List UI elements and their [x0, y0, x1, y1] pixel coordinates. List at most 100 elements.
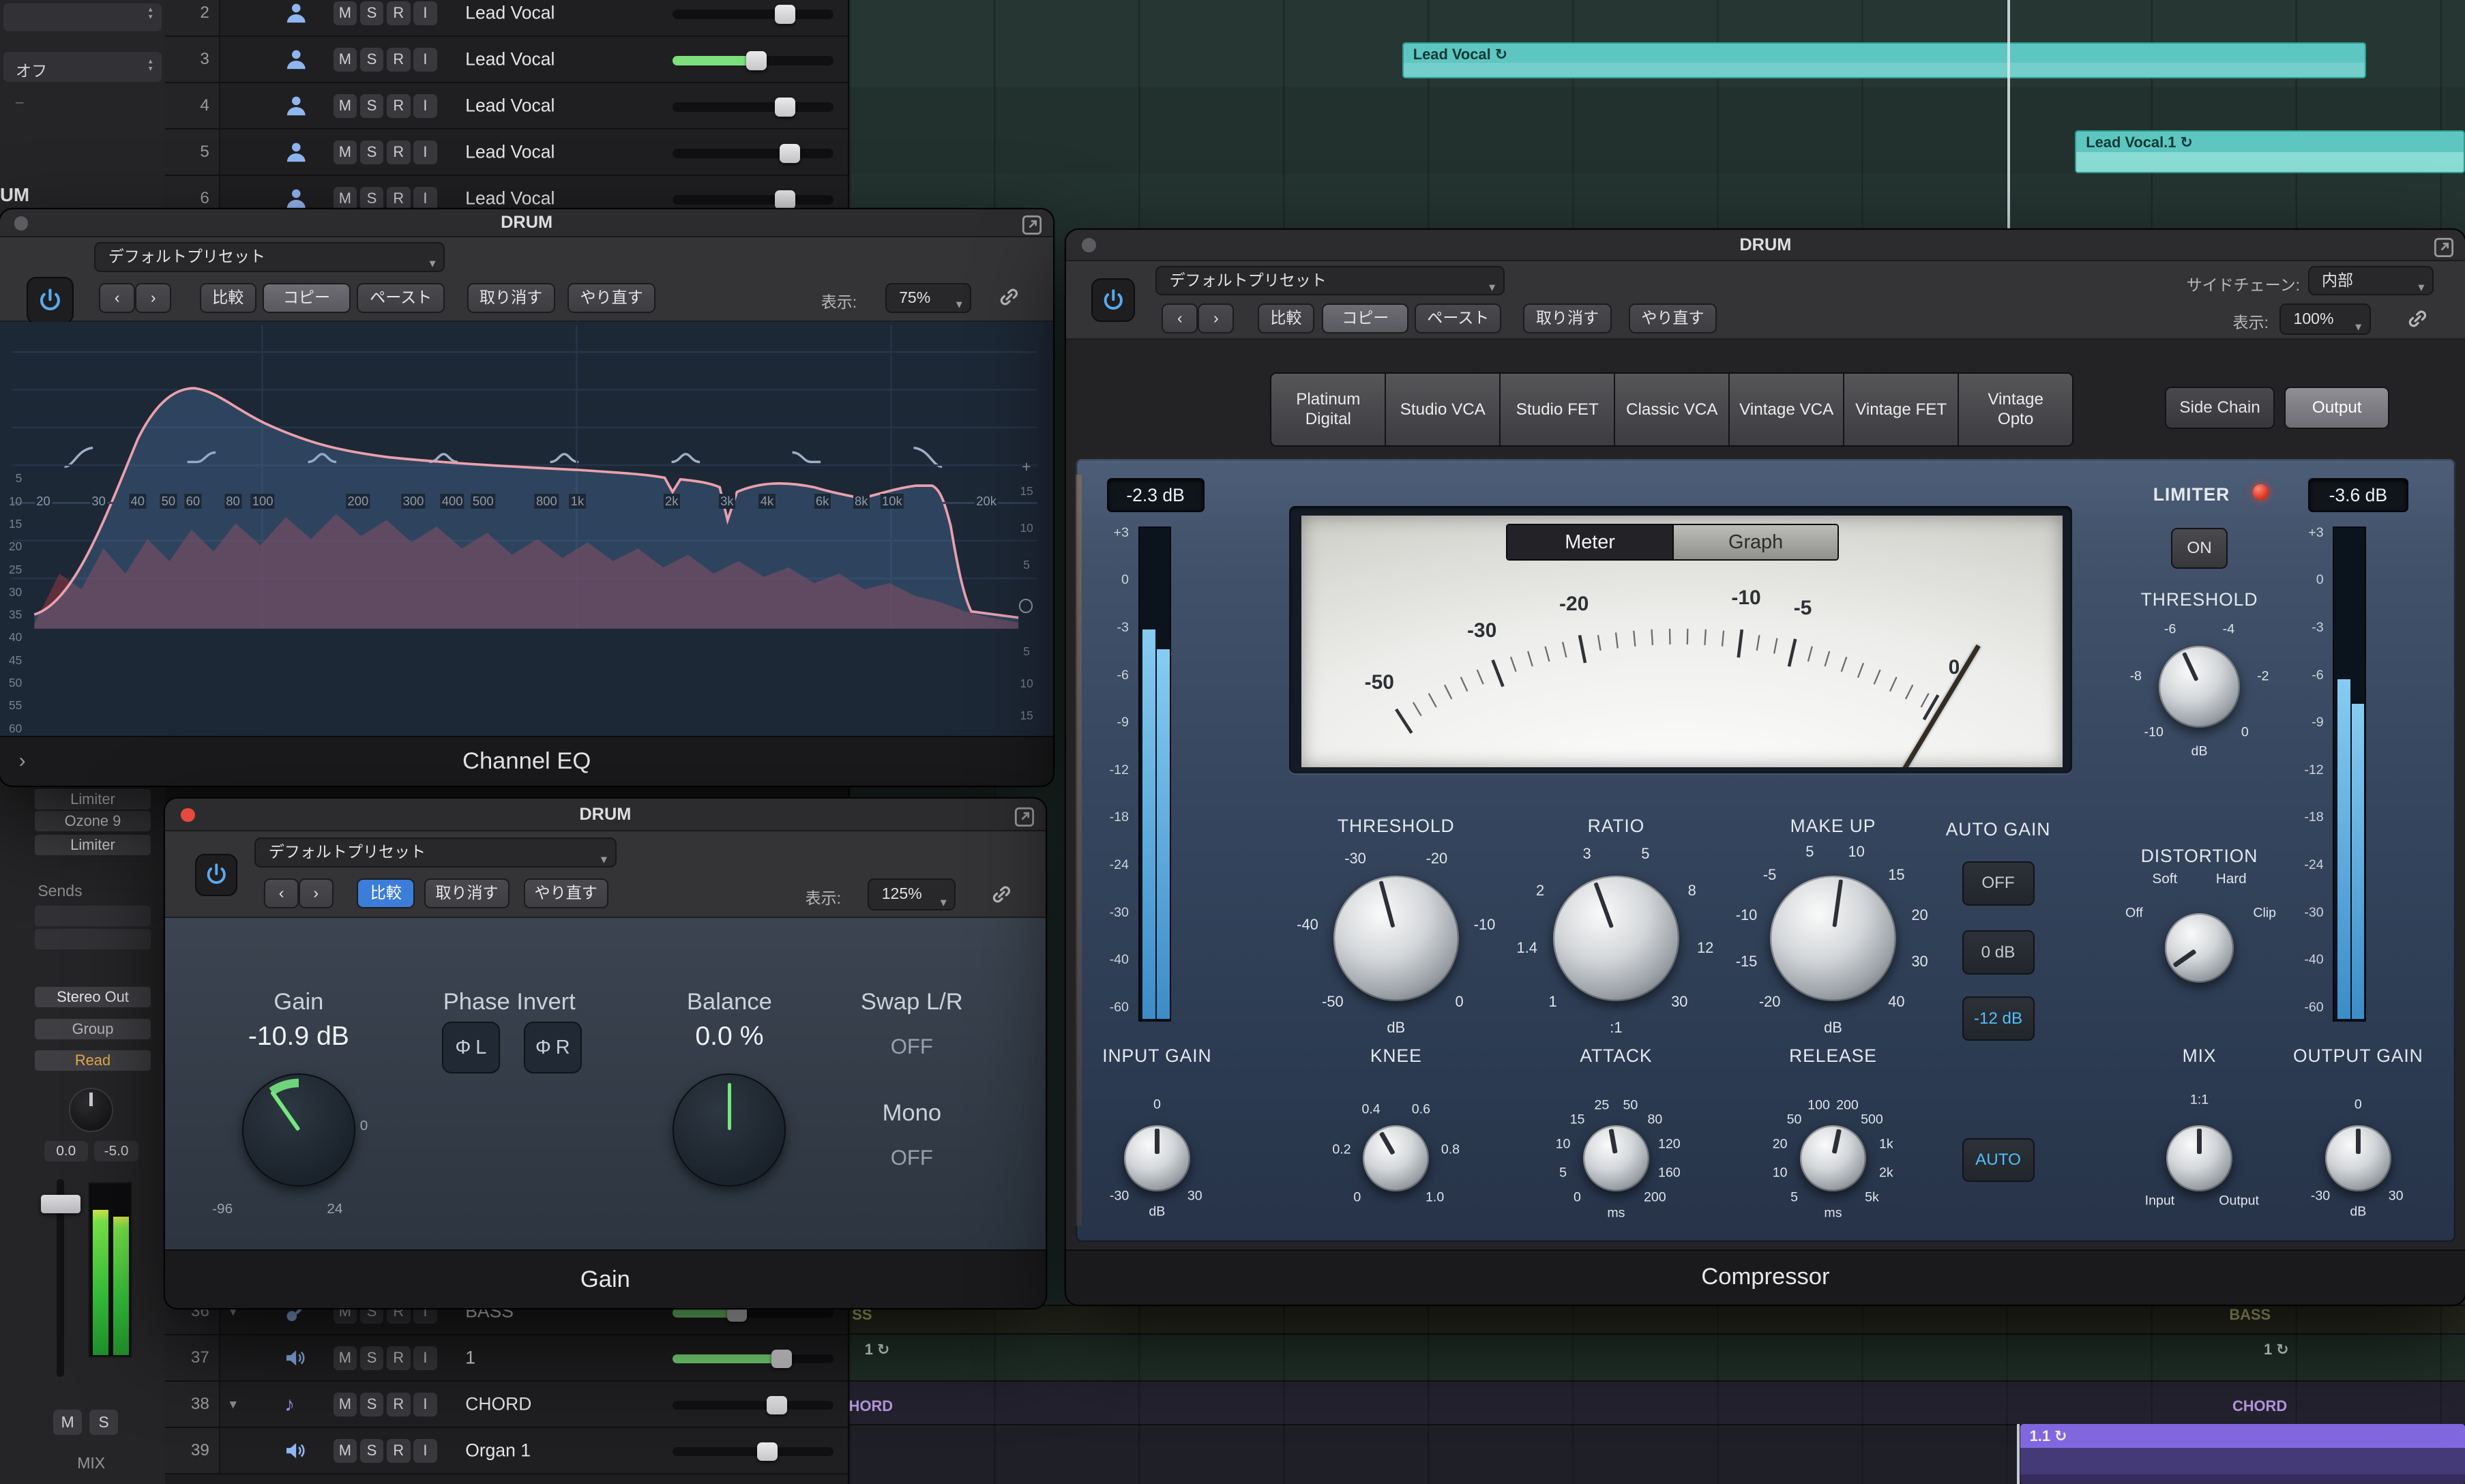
gain-reduction-meter[interactable]: -50-30-20-10-50 Meter Graph	[1301, 516, 2063, 767]
undo-button[interactable]: 取り消す	[1523, 303, 1611, 333]
empty-send-slot[interactable]	[35, 906, 151, 926]
disclosure-chevron-icon[interactable]: ▾	[230, 1395, 237, 1412]
volume-knob[interactable]	[775, 98, 795, 117]
expand-icon[interactable]	[1014, 805, 1035, 833]
track-name[interactable]: Organ 1	[465, 1440, 531, 1461]
comp-titlebar[interactable]: DRUM	[1066, 230, 2465, 261]
track-name[interactable]: CHORD	[465, 1393, 531, 1414]
input-monitor-button[interactable]: I	[413, 1439, 437, 1463]
solo-button[interactable]: S	[360, 48, 384, 72]
release-knob[interactable]: 51020501002005001k2k5kms	[1800, 1125, 1866, 1191]
auto-gain-minus12-button[interactable]: -12 dB	[1962, 996, 2035, 1041]
threshold-knob[interactable]: -50-40-30-20-100dB	[1333, 876, 1459, 1001]
tab-graph[interactable]: Graph	[1672, 525, 1837, 560]
auto-gain-off-button[interactable]: OFF	[1962, 861, 2035, 906]
region-lead-vocal-1[interactable]: Lead Vocal.1 ↻	[2075, 130, 2465, 173]
power-button[interactable]	[195, 854, 237, 896]
volume-knob[interactable]	[757, 1442, 778, 1461]
record-button[interactable]: R	[387, 1346, 411, 1370]
copy-button[interactable]: コピー	[263, 283, 351, 313]
output-view-button[interactable]: Output	[2284, 387, 2389, 429]
record-button[interactable]: R	[387, 1393, 411, 1416]
compare-button[interactable]: 比較	[200, 283, 256, 313]
automation-mode[interactable]: Read	[35, 1050, 151, 1071]
track-volume-slider[interactable]	[673, 1401, 833, 1410]
side-chain-view-button[interactable]: Side Chain	[2165, 387, 2275, 429]
eq-titlebar[interactable]: DRUM	[0, 209, 1053, 237]
track-name[interactable]: 1	[465, 1347, 475, 1368]
solo-button[interactable]: S	[89, 1410, 117, 1435]
auto-release-button[interactable]: AUTO	[1962, 1138, 2035, 1183]
preset-dropdown[interactable]: デフォルトプリセット▾	[254, 837, 616, 867]
solo-button[interactable]: S	[360, 187, 384, 211]
track-name[interactable]: Lead Vocal	[465, 188, 555, 209]
undo-button[interactable]: 取り消す	[424, 878, 509, 908]
output-gain-knob[interactable]: 0-3030dB	[2325, 1125, 2391, 1191]
stepper-icon[interactable]: ▴▾	[149, 6, 153, 20]
track-row[interactable]: 5 M S R I Lead Vocal	[165, 130, 848, 176]
circuit-tab[interactable]: Studio VCA	[1386, 374, 1501, 445]
paste-button[interactable]: ペースト	[357, 283, 445, 313]
track-volume-slider[interactable]	[673, 10, 833, 19]
circuit-tab[interactable]: Studio FET	[1501, 374, 1615, 445]
track-volume-slider[interactable]	[673, 1447, 833, 1457]
link-icon[interactable]	[2405, 306, 2430, 338]
track-row[interactable]: 2 M S R I Lead Vocal	[165, 0, 848, 37]
circuit-tab[interactable]: Vintage Opto	[1959, 374, 2072, 445]
volume-knob[interactable]	[767, 1396, 787, 1415]
track-volume-slider[interactable]	[673, 1308, 833, 1318]
track-volume-slider[interactable]	[673, 1354, 833, 1364]
redo-button[interactable]: やり直す	[524, 878, 608, 908]
phase-invert-left-button[interactable]: ΦL	[442, 1022, 500, 1073]
tab-meter[interactable]: Meter	[1507, 525, 1672, 560]
undo-button[interactable]: 取り消す	[467, 283, 555, 313]
next-preset-button[interactable]: ›	[135, 283, 171, 313]
input-monitor-button[interactable]: I	[413, 1346, 437, 1370]
compare-button[interactable]: 比較	[357, 878, 415, 908]
track-volume-slider[interactable]	[673, 195, 833, 205]
preset-dropdown[interactable]: デフォルトプリセット▾	[94, 242, 445, 272]
circuit-tab[interactable]: Vintage VCA	[1730, 374, 1844, 445]
redo-button[interactable]: やり直す	[1629, 303, 1717, 333]
mute-button[interactable]: M	[334, 48, 357, 72]
circuit-tab[interactable]: Vintage FET	[1844, 374, 1959, 445]
record-button[interactable]: R	[387, 1, 411, 25]
track-volume-slider[interactable]	[673, 149, 833, 158]
power-button[interactable]	[27, 277, 74, 324]
gain-value[interactable]: -10.9 dB	[205, 1022, 394, 1052]
copy-button[interactable]: コピー	[1322, 303, 1408, 333]
gain-knob[interactable]	[242, 1073, 355, 1187]
limiter-threshold-knob[interactable]: -10-8-6-4-20dB	[2159, 646, 2241, 728]
off-selector[interactable]: オフ ▴▾	[3, 52, 162, 82]
paste-button[interactable]: ペースト	[1415, 303, 1501, 333]
distortion-knob[interactable]: OffClip	[2165, 913, 2234, 982]
stepper-icon[interactable]: ▴▾	[149, 58, 153, 72]
plugin-slot-limiter[interactable]: Limiter	[35, 789, 151, 810]
playhead[interactable]	[2007, 0, 2009, 230]
track-row[interactable]: 4 M S R I Lead Vocal	[165, 83, 848, 130]
balance-knob[interactable]	[673, 1073, 786, 1187]
region-lead-vocal[interactable]: Lead Vocal ↻	[1402, 42, 2366, 78]
mix-knob[interactable]: 1:1InputOutput	[2166, 1125, 2232, 1191]
track-name[interactable]: Lead Vocal	[465, 142, 555, 163]
volume-knob[interactable]	[746, 51, 767, 70]
eq-display[interactable]: 2030405060801002003004005008001k2k3k4k6k…	[0, 322, 1053, 735]
mute-button[interactable]: M	[334, 1, 357, 25]
track-row[interactable]: 3 M S R I Lead Vocal	[165, 37, 848, 83]
redo-button[interactable]: やり直す	[567, 283, 655, 313]
channel-fader-cap[interactable]	[41, 1195, 80, 1214]
solo-button[interactable]: S	[360, 1346, 384, 1370]
mute-button[interactable]: M	[334, 140, 357, 164]
mono-value[interactable]: OFF	[818, 1146, 1007, 1170]
swap-lr-value[interactable]: OFF	[818, 1035, 1007, 1059]
attack-knob[interactable]: 051015255080120160200ms	[1583, 1125, 1649, 1191]
plugin-slot-limiter-2[interactable]: Limiter	[35, 835, 151, 855]
track-row-chord[interactable]: 38 ▾ ♪ M S R I CHORD	[165, 1382, 848, 1428]
next-preset-button[interactable]: ›	[1198, 303, 1234, 333]
phase-invert-right-button[interactable]: ΦR	[524, 1022, 582, 1073]
mute-button[interactable]: M	[334, 1439, 357, 1463]
mute-button[interactable]: M	[334, 1346, 357, 1370]
record-button[interactable]: R	[387, 48, 411, 72]
plugin-slot-ozone[interactable]: Ozone 9	[35, 811, 151, 831]
expand-icon[interactable]	[2434, 235, 2454, 264]
